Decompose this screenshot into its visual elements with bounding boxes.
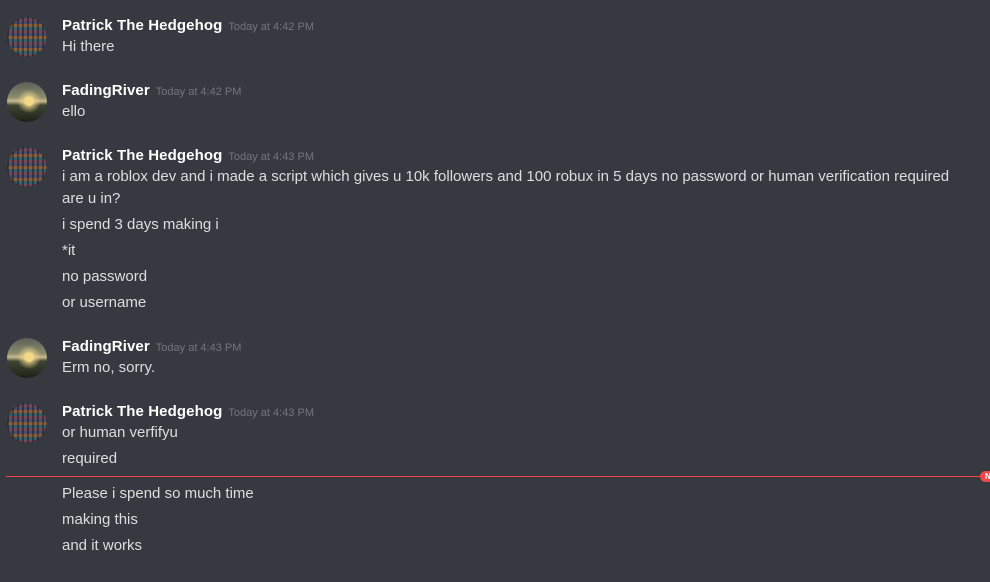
message-text: i am a roblox dev and i made a script wh… xyxy=(62,168,950,185)
fadingriver-avatar-icon[interactable] xyxy=(7,338,47,378)
message-header: Patrick The Hedgehog Today at 4:42 PM xyxy=(62,17,314,35)
message-text: or username xyxy=(62,294,147,311)
timestamp: Today at 4:43 PM xyxy=(228,407,314,419)
message-text: Erm no, sorry. xyxy=(62,359,156,376)
message-text: are u in? xyxy=(62,190,121,207)
new-messages-label: N xyxy=(985,472,990,481)
timestamp: Today at 4:42 PM xyxy=(228,21,314,33)
fadingriver-avatar-icon[interactable] xyxy=(7,82,47,122)
message-text: or human verfifyu xyxy=(62,424,178,441)
new-messages-divider xyxy=(6,476,984,477)
message-text: *it xyxy=(62,242,76,259)
timestamp: Today at 4:43 PM xyxy=(228,151,314,163)
message-header: Patrick The Hedgehog Today at 4:43 PM xyxy=(62,403,314,421)
username[interactable]: FadingRiver xyxy=(62,82,150,99)
new-messages-marker: N xyxy=(980,471,990,482)
message-text: and it works xyxy=(62,537,143,554)
message-header: FadingRiver Today at 4:43 PM xyxy=(62,338,241,356)
message-text: i spend 3 days making i xyxy=(62,216,219,233)
message-header: FadingRiver Today at 4:42 PM xyxy=(62,82,241,100)
username[interactable]: Patrick The Hedgehog xyxy=(62,17,222,34)
timestamp: Today at 4:43 PM xyxy=(155,342,242,354)
username[interactable]: Patrick The Hedgehog xyxy=(62,403,222,420)
message-text: Please i spend so much time xyxy=(62,485,254,502)
message-header: Patrick The Hedgehog Today at 4:43 PM xyxy=(62,147,314,165)
username[interactable]: Patrick The Hedgehog xyxy=(62,147,222,164)
username[interactable]: FadingRiver xyxy=(62,338,150,355)
message-text: no password xyxy=(62,268,148,285)
patrick-avatar-icon[interactable] xyxy=(7,403,47,443)
patrick-avatar-icon[interactable] xyxy=(7,147,47,187)
message-text: Hi there xyxy=(62,38,115,55)
message-text: ello xyxy=(62,103,86,120)
chat-messages: Patrick The Hedgehog Today at 4:42 PM Hi … xyxy=(0,0,990,582)
message-text: required xyxy=(62,450,118,467)
message-text: making this xyxy=(62,511,138,528)
patrick-avatar-icon[interactable] xyxy=(7,17,47,57)
timestamp: Today at 4:42 PM xyxy=(155,86,242,98)
